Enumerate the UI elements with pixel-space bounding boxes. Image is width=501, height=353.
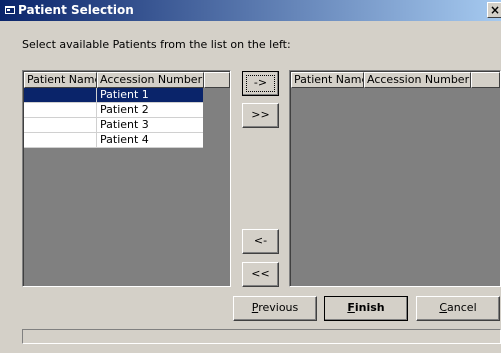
finish-button[interactable]: Finish (324, 296, 408, 321)
table-row[interactable]: Patient 4 (24, 133, 203, 148)
table-row[interactable]: Patient 3 (24, 118, 203, 133)
cell-accession-number: Patient 1 (96, 88, 203, 102)
move-all-left-label: << (251, 267, 270, 280)
column-header-accession-number[interactable]: Accession Number (364, 72, 471, 88)
mnemonic-letter: P (251, 301, 259, 314)
column-header-filler (204, 72, 230, 88)
column-header-filler (471, 72, 500, 88)
cell-patient-name (24, 118, 96, 132)
move-all-left-button[interactable]: << (242, 262, 279, 287)
column-header-patient-name[interactable]: Patient Name (24, 72, 97, 88)
cell-patient-name (24, 88, 96, 102)
close-icon: × (489, 3, 501, 17)
table-row[interactable]: Patient 1 (24, 88, 203, 103)
move-left-button[interactable]: <- (242, 229, 279, 254)
move-all-right-button[interactable]: >> (242, 103, 279, 128)
previous-label: Previous (251, 301, 299, 314)
list-header: Patient Name Accession Number (24, 72, 230, 88)
column-header-accession-number[interactable]: Accession Number (97, 72, 204, 88)
instruction-text: Select available Patients from the list … (22, 38, 291, 51)
move-all-right-label: >> (251, 108, 270, 121)
move-right-button[interactable]: -> (242, 71, 279, 96)
cell-accession-number: Patient 4 (96, 133, 203, 147)
cancel-button[interactable]: Cancel (416, 296, 500, 321)
cell-patient-name (24, 103, 96, 117)
move-right-label: -> (253, 76, 268, 89)
cancel-label: Cancel (439, 301, 477, 314)
title-bar: Patient Selection × (0, 0, 501, 21)
cell-accession-number: Patient 3 (96, 118, 203, 132)
mnemonic-letter: C (439, 301, 448, 314)
status-bar (22, 329, 501, 344)
cell-patient-name (24, 133, 96, 147)
finish-label: Finish (347, 301, 385, 314)
close-button[interactable]: × (487, 2, 501, 18)
previous-button[interactable]: Previous (233, 296, 317, 321)
window-icon (5, 6, 15, 14)
cell-accession-number: Patient 2 (96, 103, 203, 117)
mnemonic-letter: F (347, 301, 355, 314)
move-left-label: <- (253, 234, 268, 247)
available-patients-list[interactable]: Patient Name Accession Number Patient 1 … (22, 70, 231, 287)
table-row[interactable]: Patient 2 (24, 103, 203, 118)
selected-patients-list[interactable]: Patient Name Accession Number (289, 70, 501, 287)
column-header-patient-name[interactable]: Patient Name (291, 72, 364, 88)
window-title: Patient Selection (18, 3, 134, 17)
list-header: Patient Name Accession Number (291, 72, 500, 88)
